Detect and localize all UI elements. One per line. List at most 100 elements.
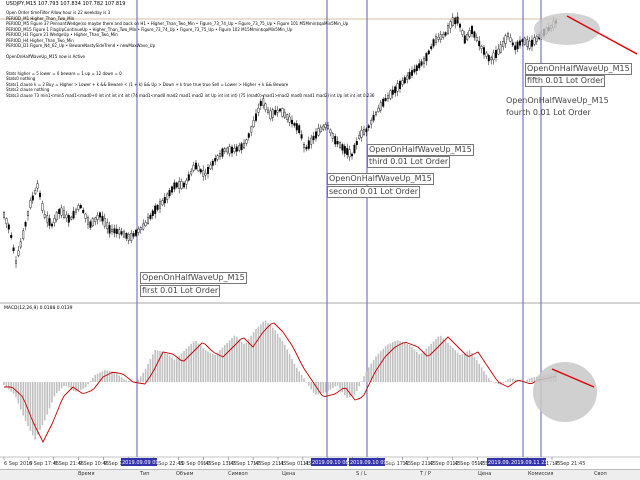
terminal-column-header[interactable]: Объем — [176, 471, 193, 477]
candle-body — [435, 36, 438, 43]
macd-bar — [334, 382, 336, 387]
macd-bar — [356, 382, 358, 392]
macd-bar — [231, 338, 233, 382]
candle-body — [233, 148, 236, 152]
macd-bar — [286, 349, 288, 382]
candle-body — [187, 174, 190, 181]
candle-body — [194, 162, 197, 170]
candle-body — [439, 34, 442, 40]
macd-bar — [118, 375, 120, 382]
macd-bar — [108, 370, 111, 382]
macd-bar — [60, 382, 63, 389]
candle-body — [24, 222, 27, 227]
candle-body — [329, 129, 332, 134]
candle-body — [456, 16, 459, 24]
macd-bar — [216, 352, 219, 382]
annotation-third-title: OpenOnHalfWaveUp_M15 — [367, 144, 474, 156]
candle-body — [125, 233, 128, 239]
time-label: 12 Sep 21:45 — [552, 461, 585, 467]
candle-body — [413, 68, 416, 73]
macd-bar — [212, 353, 214, 382]
candle-body — [269, 110, 272, 119]
candle-body — [535, 35, 538, 42]
macd-bar — [260, 324, 262, 382]
macd-bar — [332, 382, 334, 388]
candle-body — [358, 135, 361, 139]
macd-bar — [152, 354, 154, 382]
candle-body — [209, 164, 212, 170]
candle-body — [137, 228, 140, 233]
candle-body — [115, 228, 118, 234]
candle-body — [399, 81, 402, 89]
terminal-column-header[interactable]: Комиссия — [528, 471, 553, 477]
candle-body — [372, 114, 375, 121]
candle-body — [175, 182, 178, 188]
macd-bar — [188, 346, 190, 382]
candle-body — [415, 65, 418, 72]
terminal-column-header[interactable]: S / L — [356, 471, 367, 477]
terminal-column-header[interactable]: Тип — [140, 471, 150, 477]
terminal-column-header[interactable]: Время — [78, 471, 94, 477]
candle-body — [257, 107, 260, 113]
macd-bar — [32, 382, 34, 436]
terminal-column-header[interactable]: Символ — [228, 471, 248, 477]
candle-body — [324, 124, 327, 128]
candle-body — [17, 250, 20, 256]
macd-bar — [408, 344, 411, 382]
macd-bar — [168, 355, 171, 382]
candle-body — [214, 158, 217, 162]
candle-body — [303, 144, 306, 148]
candle-body — [274, 110, 277, 115]
candle-body — [190, 170, 193, 175]
macd-bar — [423, 351, 425, 382]
candle-body — [235, 146, 238, 152]
candle-body — [507, 33, 510, 37]
candle-body — [91, 218, 94, 227]
candle-body — [502, 41, 505, 47]
macd-bar — [233, 335, 236, 382]
candle-body — [65, 214, 68, 219]
candle-body — [281, 108, 284, 117]
terminal-column-header[interactable]: Цена — [478, 471, 491, 477]
candle-body — [48, 218, 51, 226]
terminal-column-header[interactable]: T / P — [420, 471, 431, 477]
candle-body — [355, 140, 358, 146]
macd-bar — [281, 341, 284, 382]
macd-histogram — [3, 320, 557, 440]
macd-bar — [185, 348, 188, 382]
highlight-time-label: 2019.09.09 09:45 — [122, 460, 167, 466]
macd-bar — [504, 381, 507, 382]
macd-bar — [204, 350, 207, 382]
macd-bar — [183, 351, 185, 382]
candle-body — [161, 200, 164, 205]
macd-bar — [437, 336, 440, 382]
candle-body — [475, 37, 478, 41]
macd-bar — [221, 347, 224, 382]
macd-bar — [39, 382, 41, 430]
macd-bar — [360, 381, 363, 382]
candle-body — [365, 128, 368, 133]
macd-bar — [488, 378, 490, 382]
candle-body — [168, 190, 171, 197]
candle-body — [468, 30, 471, 37]
macd-bar — [341, 382, 344, 393]
candle-body — [425, 53, 428, 62]
candle-body — [442, 33, 445, 38]
candle-body — [427, 50, 430, 55]
candle-body — [276, 109, 279, 113]
macd-bar — [214, 354, 216, 382]
candle-body — [101, 215, 104, 222]
macd-bar — [149, 359, 152, 382]
terminal-column-header[interactable]: Своп — [594, 471, 607, 477]
candle-body — [199, 169, 202, 173]
candle-body — [74, 209, 77, 213]
macd-bar — [315, 382, 317, 395]
candle-body — [377, 107, 380, 112]
candle-body — [322, 125, 325, 130]
terminal-column-header[interactable]: Цена — [282, 471, 295, 477]
candle-body — [447, 25, 450, 34]
candle-body — [262, 98, 265, 106]
macd-bar — [531, 377, 533, 382]
candle-body — [533, 37, 536, 45]
macd-bar — [406, 343, 408, 382]
